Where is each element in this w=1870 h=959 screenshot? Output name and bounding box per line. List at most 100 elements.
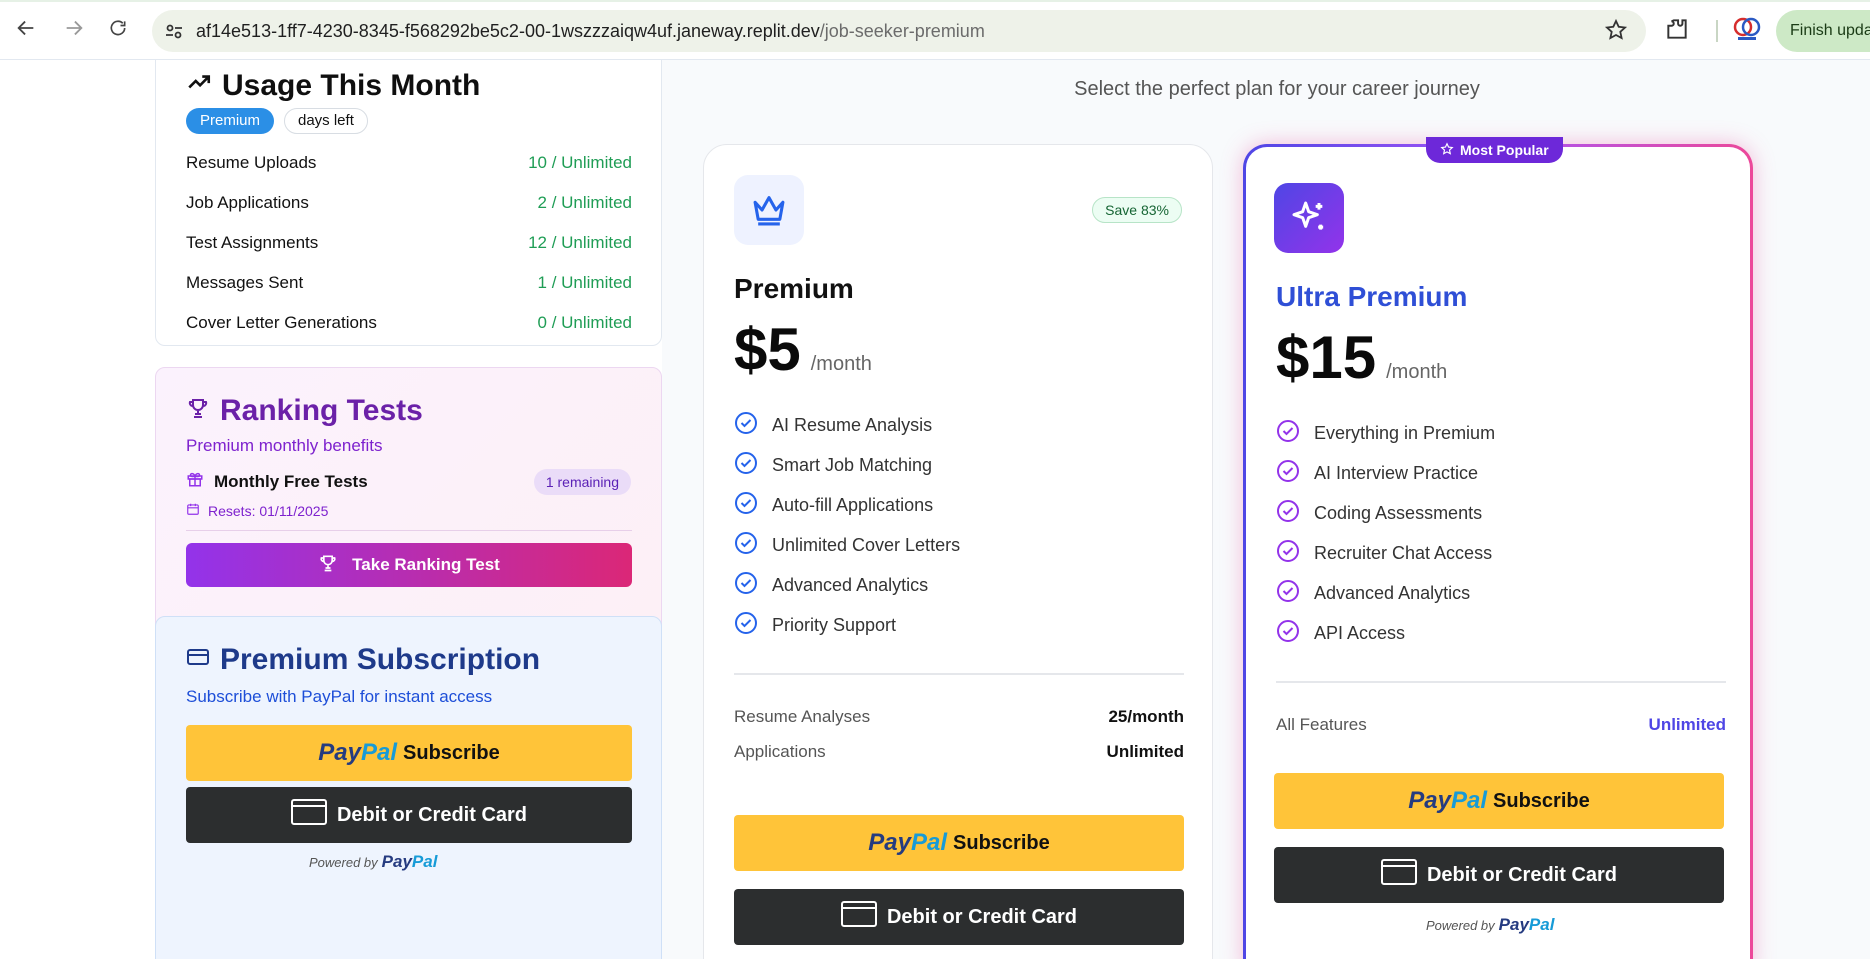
credit-card-icon: [186, 643, 210, 677]
feature-item: AI Interview Practice: [1276, 459, 1478, 488]
toolbar-separator: [1716, 20, 1718, 42]
feature-label: Advanced Analytics: [1314, 583, 1471, 603]
paypal-logo-part2: Pal: [910, 829, 948, 856]
feature-item: API Access: [1276, 619, 1405, 648]
site-settings-icon[interactable]: [162, 19, 186, 43]
trophy-icon: [318, 553, 338, 578]
subscription-title: Premium Subscription: [186, 643, 540, 677]
ranking-title: Ranking Tests: [186, 394, 423, 428]
check-circle-icon: [1276, 539, 1300, 568]
feature-label: Advanced Analytics: [772, 575, 929, 595]
check-circle-icon: [734, 571, 758, 600]
check-circle-icon: [734, 411, 758, 440]
debit-credit-card-button[interactable]: Debit or Credit Card: [1274, 847, 1724, 903]
usage-row: Job Applications 2 / Unlimited: [186, 193, 632, 213]
paypal-logo-part2: Pal: [1528, 915, 1555, 934]
stat-value: 25/month: [1108, 707, 1184, 726]
extensions-icon[interactable]: [1664, 16, 1692, 44]
stat-label: All Features: [1276, 715, 1367, 734]
address-bar[interactable]: af14e513-1ff7-4230-8345-f568292be5c2-00-…: [152, 10, 1646, 52]
credit-card-icon: [290, 798, 327, 832]
feature-item: AI Resume Analysis: [734, 411, 932, 440]
url-text[interactable]: af14e513-1ff7-4230-8345-f568292be5c2-00-…: [196, 21, 985, 42]
finish-update-button[interactable]: Finish updat: [1776, 10, 1870, 52]
feature-item: Auto-fill Applications: [734, 491, 933, 520]
gift-icon: [186, 470, 204, 493]
paypal-logo: PayPal: [318, 739, 397, 767]
forward-arrow-icon[interactable]: [60, 14, 88, 42]
check-circle-icon: [1276, 459, 1300, 488]
usage-label: Messages Sent: [186, 273, 304, 292]
paypal-logo-part2: Pal: [360, 739, 398, 766]
debit-credit-card-button[interactable]: Debit or Credit Card: [734, 889, 1184, 945]
paypal-logo-part1: Pay: [318, 739, 361, 766]
back-arrow-icon[interactable]: [12, 14, 40, 42]
plan-badge: Premium: [186, 108, 275, 134]
usage-label: Resume Uploads: [186, 153, 317, 172]
usage-title-text: Usage This Month: [222, 69, 481, 102]
usage-label: Test Assignments: [186, 233, 319, 252]
remaining-badge: 1 remaining: [533, 469, 631, 495]
stat-row: All Features Unlimited: [1276, 715, 1726, 735]
price-period: /month: [1386, 361, 1448, 383]
crown-icon: [734, 175, 804, 245]
feature-label: Smart Job Matching: [772, 455, 933, 475]
paypal-subscribe-button[interactable]: PayPal Subscribe: [1274, 773, 1724, 829]
plan-price: $5 /month: [734, 315, 872, 384]
powered-by-paypal: Powered by PayPal: [309, 852, 437, 872]
bookmark-star-icon[interactable]: [1604, 18, 1630, 44]
paypal-logo-part1: Pay: [868, 829, 911, 856]
paypal-subscribe-button[interactable]: PayPal Subscribe: [734, 815, 1184, 871]
debit-credit-card-button[interactable]: Debit or Credit Card: [186, 787, 632, 843]
credit-card-icon: [840, 900, 877, 934]
usage-value: 1 / Unlimited: [537, 273, 632, 292]
monthly-free-tests-label: Monthly Free Tests: [214, 471, 368, 491]
paypal-logo-part1: Pay: [1408, 787, 1451, 814]
paypal-logo: PayPal: [382, 852, 438, 872]
usage-value: 0 / Unlimited: [537, 313, 632, 332]
feature-label: Coding Assessments: [1314, 503, 1483, 523]
check-circle-icon: [734, 491, 758, 520]
most-popular-label: Most Popular: [1460, 142, 1549, 158]
check-circle-icon: [734, 451, 758, 480]
check-circle-icon: [1276, 579, 1300, 608]
reset-date: Resets: 01/11/2025: [186, 502, 328, 519]
browser-toolbar: af14e513-1ff7-4230-8345-f568292be5c2-00-…: [0, 0, 1870, 60]
paypal-logo-part1: Pay: [1498, 915, 1529, 934]
subscription-title-text: Premium Subscription: [220, 643, 541, 676]
stat-row: Applications Unlimited: [734, 742, 1184, 762]
feature-item: Advanced Analytics: [734, 571, 928, 600]
feature-label: Everything in Premium: [1314, 423, 1496, 443]
price-amount: $5: [734, 316, 801, 383]
feature-label: AI Resume Analysis: [772, 415, 933, 435]
usage-label: Job Applications: [186, 193, 309, 212]
calendar-icon: [186, 502, 200, 519]
feature-item: Priority Support: [734, 611, 896, 640]
usage-label: Cover Letter Generations: [186, 313, 377, 332]
ultra-premium-plan-card: Most Popular Ultra Premium $15 /month Ev…: [1243, 137, 1753, 959]
paypal-subscribe-button[interactable]: PayPal Subscribe: [186, 725, 632, 781]
sparkles-icon: [1274, 183, 1344, 253]
paypal-logo: PayPal: [868, 829, 947, 857]
check-circle-icon: [734, 531, 758, 560]
price-amount: $15: [1276, 324, 1377, 391]
plans-section: Select the perfect plan for your career …: [662, 60, 1870, 959]
premium-subscription-card: Premium Subscription Subscribe with PayP…: [155, 616, 662, 959]
check-circle-icon: [1276, 499, 1300, 528]
reload-icon[interactable]: [104, 14, 132, 42]
divider: [734, 673, 1184, 675]
feature-label: Unlimited Cover Letters: [772, 535, 961, 555]
stat-row: Resume Analyses 25/month: [734, 707, 1184, 727]
feature-item: Recruiter Chat Access: [1276, 539, 1492, 568]
url-path: /job-seeker-premium: [819, 21, 985, 41]
paypal-logo-part1: Pay: [381, 852, 412, 871]
usage-value: 2 / Unlimited: [537, 193, 632, 212]
stat-value: Unlimited: [1648, 715, 1726, 734]
profile-icon[interactable]: [1732, 14, 1762, 44]
ranking-title-text: Ranking Tests: [220, 394, 423, 427]
feature-item: Everything in Premium: [1276, 419, 1495, 448]
trending-up-icon: [186, 69, 212, 103]
take-ranking-test-button[interactable]: Take Ranking Test: [186, 543, 632, 587]
feature-label: Recruiter Chat Access: [1314, 543, 1493, 563]
divider: [1276, 681, 1726, 683]
